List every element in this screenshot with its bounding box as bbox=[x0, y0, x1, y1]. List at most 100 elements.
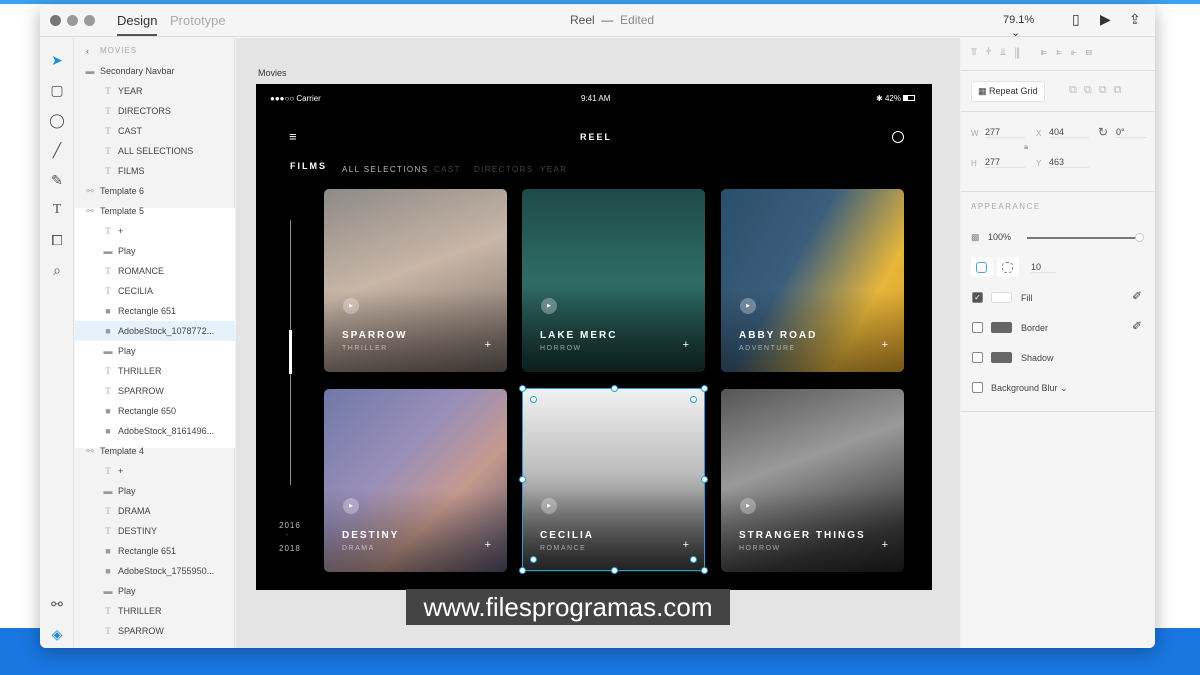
layer-item[interactable]: ▬ Secondary Navbar bbox=[75, 61, 235, 81]
select-tool-icon[interactable]: ➤ bbox=[49, 52, 65, 68]
text-tool-icon[interactable]: T bbox=[49, 202, 65, 218]
layers-back[interactable]: ‹ MOVIES bbox=[75, 41, 235, 61]
artboard-tool-icon[interactable]: ⧠ bbox=[49, 232, 65, 248]
fill-swatch[interactable] bbox=[991, 292, 1012, 303]
layer-item[interactable]: T ALL SELECTIONS bbox=[75, 141, 235, 161]
layer-item[interactable]: T DIRECTORS bbox=[75, 101, 235, 121]
ellipse-tool-icon[interactable]: ◯ bbox=[49, 112, 65, 128]
resize-handle[interactable] bbox=[701, 385, 708, 392]
share-icon[interactable]: ⇪ bbox=[1129, 11, 1141, 28]
opacity-input[interactable]: 100% bbox=[988, 232, 1011, 242]
zoom-button[interactable] bbox=[84, 15, 95, 26]
add-icon[interactable]: + bbox=[683, 339, 689, 351]
play-icon[interactable]: ▶ bbox=[1100, 11, 1111, 28]
pen-tool-icon[interactable]: ✎ bbox=[49, 172, 65, 188]
resize-handle[interactable] bbox=[611, 567, 618, 574]
resize-handle[interactable] bbox=[701, 567, 708, 574]
film-card[interactable]: ▶ LAKE MERC HORROW + bbox=[522, 189, 705, 372]
width-input[interactable]: 277 bbox=[985, 127, 1025, 138]
resize-handle[interactable] bbox=[519, 567, 526, 574]
timeline-thumb[interactable] bbox=[289, 330, 292, 374]
layer-item[interactable]: ▬ Play bbox=[75, 581, 235, 601]
play-button[interactable]: ▶ bbox=[343, 298, 359, 314]
play-button[interactable]: ▶ bbox=[740, 298, 756, 314]
film-card[interactable]: ▶ ABBY ROAD ADVENTURE + bbox=[721, 189, 904, 372]
zoom-tool-icon[interactable]: ⌕ bbox=[49, 262, 65, 278]
height-input[interactable]: 277 bbox=[985, 157, 1025, 168]
layer-item[interactable]: T YEAR bbox=[75, 81, 235, 101]
corner-radius-input[interactable]: 10 bbox=[1031, 262, 1056, 273]
corner-radius-handle[interactable] bbox=[690, 556, 697, 563]
background-blur-checkbox[interactable] bbox=[972, 382, 983, 393]
align-buttons[interactable]: ⫪⫩⫫⫼ ⊫⊨⊩⊟ bbox=[971, 47, 1101, 58]
add-icon[interactable]: + bbox=[882, 339, 888, 351]
layer-item[interactable]: T CAST bbox=[75, 121, 235, 141]
layer-item[interactable]: T DESTINY bbox=[75, 521, 235, 541]
tab-prototype[interactable]: Prototype bbox=[170, 13, 226, 28]
layer-item[interactable]: T DRAMA bbox=[75, 501, 235, 521]
layer-item[interactable]: ■ AdobeStock_8161496... bbox=[75, 421, 235, 441]
layer-item[interactable]: ■ Rectangle 651 bbox=[75, 541, 235, 561]
layer-item[interactable]: ⚯ Template 6 bbox=[75, 181, 235, 201]
corner-radius-handle[interactable] bbox=[530, 396, 537, 403]
background-blur-dropdown[interactable]: Background Blur ⌄ bbox=[991, 383, 1068, 394]
add-icon[interactable]: + bbox=[882, 539, 888, 551]
resize-handle[interactable] bbox=[519, 385, 526, 392]
resize-handle[interactable] bbox=[701, 476, 708, 483]
line-tool-icon[interactable]: ╱ bbox=[49, 142, 65, 158]
layer-item[interactable]: ■ Rectangle 651 bbox=[75, 301, 235, 321]
layer-item[interactable]: T THRILLER bbox=[75, 361, 235, 381]
resize-handle[interactable] bbox=[519, 476, 526, 483]
symbols-icon[interactable]: ⚯ bbox=[49, 596, 65, 612]
layer-item[interactable]: ■ Rectangle 650 bbox=[75, 401, 235, 421]
per-corner-radius-button[interactable] bbox=[997, 257, 1019, 277]
lock-aspect-icon[interactable]: 🔒︎ bbox=[1024, 142, 1028, 152]
nav-directors[interactable]: DIRECTORS bbox=[474, 165, 534, 174]
layer-item[interactable]: T CECILIA bbox=[75, 281, 235, 301]
layer-item[interactable]: T SPARROW bbox=[75, 621, 235, 641]
tab-design[interactable]: Design bbox=[117, 13, 158, 36]
artboard[interactable]: ●●●○○ Carrier 9:41 AM ✱ 42% ≡ REEL FILMS… bbox=[256, 84, 932, 590]
play-button[interactable]: ▶ bbox=[541, 298, 557, 314]
layer-item[interactable]: ▬ Play bbox=[75, 241, 235, 261]
minimize-button[interactable] bbox=[67, 15, 78, 26]
nav-all-selections[interactable]: ALL SELECTIONS bbox=[342, 165, 428, 174]
nav-year[interactable]: YEAR bbox=[540, 165, 567, 174]
film-card[interactable]: ▶ STRANGER THINGS HORROW + bbox=[721, 389, 904, 572]
profile-circle-icon[interactable] bbox=[892, 131, 904, 143]
hamburger-menu-icon[interactable]: ≡ bbox=[289, 129, 297, 144]
nav-cast[interactable]: CAST bbox=[434, 165, 461, 174]
layer-item[interactable]: T + bbox=[75, 461, 235, 481]
layer-item[interactable]: ▬ Play bbox=[75, 341, 235, 361]
layers-icon[interactable]: ◈ bbox=[49, 626, 65, 642]
layer-item[interactable]: ⚯ Template 5 bbox=[75, 201, 235, 221]
layer-item[interactable]: ■ AdobeStock_1755950... bbox=[75, 561, 235, 581]
repeat-grid-button[interactable]: ▦ Repeat Grid bbox=[971, 81, 1045, 102]
layer-item[interactable]: ▬ Play bbox=[75, 481, 235, 501]
fill-checkbox[interactable]: ✓ bbox=[972, 292, 983, 303]
layer-item[interactable]: ■ AdobeStock_1078772... bbox=[75, 321, 235, 341]
add-icon[interactable]: + bbox=[485, 339, 491, 351]
layer-item[interactable]: T THRILLER bbox=[75, 601, 235, 621]
canvas[interactable]: Movies ●●●○○ Carrier 9:41 AM ✱ 42% ≡ REE… bbox=[236, 38, 960, 648]
layer-item[interactable]: T + bbox=[75, 221, 235, 241]
opacity-slider[interactable] bbox=[1027, 233, 1144, 242]
eyedropper-icon[interactable]: ✐ bbox=[1132, 319, 1142, 333]
nav-films[interactable]: FILMS bbox=[290, 161, 327, 171]
layer-item[interactable]: ⚯ Template 4 bbox=[75, 441, 235, 461]
layer-item[interactable]: T SPARROW bbox=[75, 381, 235, 401]
zoom-select[interactable]: 79.1% ⌄ bbox=[1003, 14, 1053, 39]
resize-handle[interactable] bbox=[611, 385, 618, 392]
corner-radius-handle[interactable] bbox=[530, 556, 537, 563]
film-card[interactable]: ▶ SPARROW THRILLER + bbox=[324, 189, 507, 372]
film-card[interactable]: ▶ DESTINY DRAMA + bbox=[324, 389, 507, 572]
rectangle-tool-icon[interactable]: ▢ bbox=[49, 82, 65, 98]
play-button[interactable]: ▶ bbox=[343, 498, 359, 514]
device-preview-icon[interactable]: ▯ bbox=[1072, 11, 1080, 28]
rotation-input[interactable]: 0° bbox=[1116, 127, 1146, 138]
boolean-ops-icons[interactable]: ⧉⧉⧉⧉ bbox=[1069, 84, 1128, 97]
add-icon[interactable]: + bbox=[485, 539, 491, 551]
close-button[interactable] bbox=[50, 15, 61, 26]
shadow-swatch[interactable] bbox=[991, 352, 1012, 363]
border-swatch[interactable] bbox=[991, 322, 1012, 333]
